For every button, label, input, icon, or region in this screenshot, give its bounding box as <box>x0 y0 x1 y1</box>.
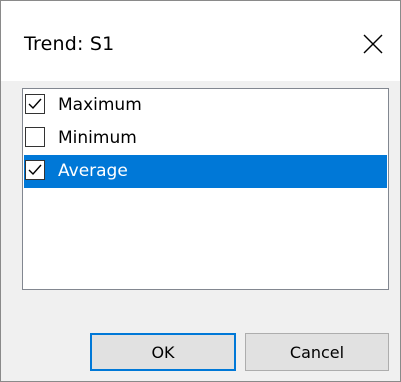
list-item-label: Maximum <box>58 95 142 115</box>
list-item-maximum[interactable]: Maximum <box>24 89 387 122</box>
trend-listbox[interactable]: Maximum Minimum Average <box>22 88 389 290</box>
cancel-button[interactable]: Cancel <box>245 333 389 371</box>
checkmark-icon <box>28 164 42 176</box>
list-item-minimum[interactable]: Minimum <box>24 122 387 155</box>
list-item-label: Average <box>58 161 128 181</box>
maximum-checkbox[interactable] <box>25 94 45 114</box>
list-item-label: Minimum <box>58 128 137 148</box>
checkmark-icon <box>28 98 42 110</box>
ok-button[interactable]: OK <box>90 333 236 371</box>
list-item-average[interactable]: Average <box>24 155 387 188</box>
dialog-title: Trend: S1 <box>24 33 115 55</box>
close-icon <box>363 34 383 54</box>
close-button[interactable] <box>346 21 400 67</box>
title-bar: Trend: S1 <box>1 1 400 81</box>
minimum-checkbox[interactable] <box>25 127 45 147</box>
average-checkbox[interactable] <box>25 160 45 180</box>
trend-dialog: Trend: S1 Maximum Minimum Average OK Can… <box>0 0 401 382</box>
